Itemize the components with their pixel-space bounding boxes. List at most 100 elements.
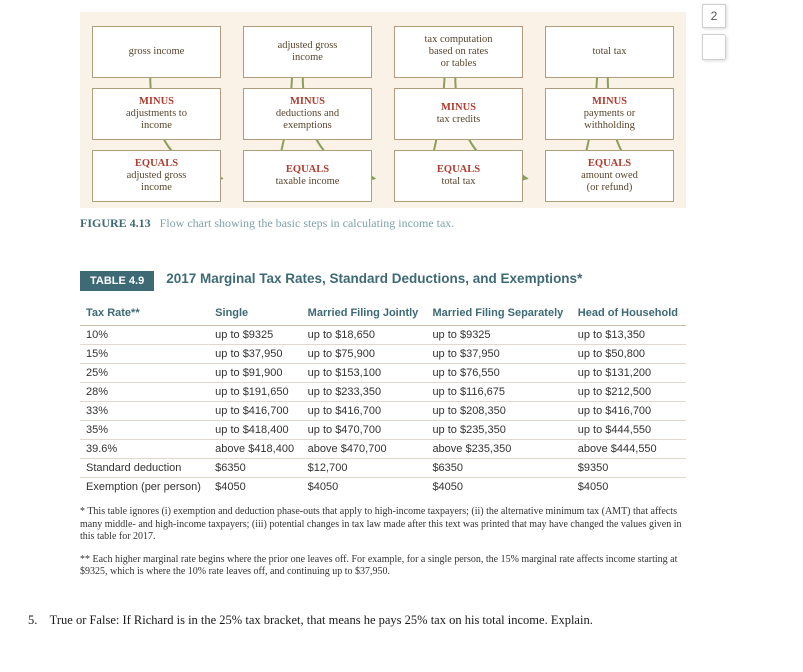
question-text: True or False: If Richard is in the 25% … (50, 613, 593, 627)
cell-value: up to $18,650 (302, 326, 427, 345)
box-text: exemptions (248, 120, 367, 132)
cell-value: up to $416,700 (209, 402, 302, 421)
box-tax-computation: tax computation based on rates or tables (394, 26, 523, 78)
cell-value: above $444,550 (572, 440, 686, 459)
cell-rate: 28% (80, 383, 209, 402)
cell-value: up to $470,700 (302, 421, 427, 440)
cell-value: $4050 (302, 478, 427, 497)
cell-value: up to $153,100 (302, 364, 427, 383)
box-text: adjustments to (97, 108, 216, 120)
box-text: adjusted gross (248, 40, 367, 52)
cell-value: $4050 (209, 478, 302, 497)
table-footnote-2: ** Each higher marginal rate begins wher… (80, 554, 686, 579)
box-payments: MINUS payments or withholding (545, 88, 674, 140)
box-head: MINUS (248, 96, 367, 108)
cell-value: $9350 (572, 459, 686, 478)
box-text: tax credits (399, 114, 518, 126)
cell-rate: 10% (80, 326, 209, 345)
box-text: (or refund) (550, 182, 669, 194)
table-row: 10%up to $9325up to $18,650up to $9325up… (80, 326, 686, 345)
cell-value: $6350 (209, 459, 302, 478)
cell-rate: 25% (80, 364, 209, 383)
tax-table-block: TABLE 4.9 2017 Marginal Tax Rates, Stand… (80, 271, 686, 579)
cell-value: up to $9325 (209, 326, 302, 345)
flow-row-1: gross income adjusted gross income tax c… (92, 26, 674, 78)
table-row: Exemption (per person)$4050$4050$4050$40… (80, 478, 686, 497)
cell-value: up to $233,350 (302, 383, 427, 402)
col-hoh: Head of Household (572, 303, 686, 326)
cell-value: $12,700 (302, 459, 427, 478)
box-text: tax computation (399, 34, 518, 46)
cell-value: up to $131,200 (572, 364, 686, 383)
cell-rate: 33% (80, 402, 209, 421)
figure-caption: FIGURE 4.13 Flow chart showing the basic… (80, 216, 686, 231)
cell-value: up to $116,675 (426, 383, 571, 402)
col-single: Single (209, 303, 302, 326)
cell-value: up to $37,950 (426, 345, 571, 364)
box-head: EQUALS (97, 158, 216, 170)
box-head: MINUS (97, 96, 216, 108)
table-header-row: Tax Rate** Single Married Filing Jointly… (80, 303, 686, 326)
box-head: EQUALS (248, 164, 367, 176)
cell-value: up to $9325 (426, 326, 571, 345)
page-bookmark-tab (702, 34, 726, 60)
box-text: amount owed (550, 170, 669, 182)
table-row: 25%up to $91,900up to $153,100up to $76,… (80, 364, 686, 383)
box-eq-taxable: EQUALS taxable income (243, 150, 372, 202)
cell-value: $4050 (572, 478, 686, 497)
cell-rate: 15% (80, 345, 209, 364)
box-text: adjusted gross (97, 170, 216, 182)
cell-value: above $418,400 (209, 440, 302, 459)
cell-value: up to $191,650 (209, 383, 302, 402)
col-joint: Married Filing Jointly (302, 303, 427, 326)
cell-value: above $235,350 (426, 440, 571, 459)
box-eq-agi: EQUALS adjusted gross income (92, 150, 221, 202)
table-row: 15%up to $37,950up to $75,900up to $37,9… (80, 345, 686, 364)
box-text: income (97, 182, 216, 194)
cell-value: up to $75,900 (302, 345, 427, 364)
box-text: total tax (399, 176, 518, 188)
box-text: income (248, 52, 367, 64)
cell-value: up to $50,800 (572, 345, 686, 364)
cell-value: up to $416,700 (302, 402, 427, 421)
cell-value: up to $76,550 (426, 364, 571, 383)
box-agi: adjusted gross income (243, 26, 372, 78)
box-adjustments: MINUS adjustments to income (92, 88, 221, 140)
cell-rate: 35% (80, 421, 209, 440)
col-rate: Tax Rate** (80, 303, 209, 326)
cell-value: up to $91,900 (209, 364, 302, 383)
cell-rate: 39.6% (80, 440, 209, 459)
question-number: 5. (28, 613, 37, 627)
box-text: deductions and (248, 108, 367, 120)
col-separate: Married Filing Separately (426, 303, 571, 326)
box-text: based on rates (399, 46, 518, 58)
question-5: 5. True or False: If Richard is in the 2… (0, 613, 736, 628)
tax-table: Tax Rate** Single Married Filing Jointly… (80, 303, 686, 496)
box-eq-total-tax: EQUALS total tax (394, 150, 523, 202)
table-footnote-1: * This table ignores (i) exemption and d… (80, 506, 686, 544)
box-head: MINUS (550, 96, 669, 108)
box-head: EQUALS (399, 164, 518, 176)
figure-label-text: FIGURE 4.13 (80, 216, 151, 230)
box-total-tax: total tax (545, 26, 674, 78)
cell-value: up to $235,350 (426, 421, 571, 440)
cell-value: above $470,700 (302, 440, 427, 459)
flow-row-2: MINUS adjustments to income MINUS deduct… (92, 88, 674, 140)
cell-value: up to $444,550 (572, 421, 686, 440)
cell-value: $6350 (426, 459, 571, 478)
flowchart-panel: gross income adjusted gross income tax c… (80, 12, 686, 231)
figure-caption-text: Flow chart showing the basic steps in ca… (160, 216, 455, 230)
table-row: 28%up to $191,650up to $233,350up to $11… (80, 383, 686, 402)
box-eq-owed: EQUALS amount owed (or refund) (545, 150, 674, 202)
box-text: withholding (550, 120, 669, 132)
box-credits: MINUS tax credits (394, 88, 523, 140)
cell-value: $4050 (426, 478, 571, 497)
box-head: EQUALS (550, 158, 669, 170)
table-row: 39.6%above $418,400above $470,700above $… (80, 440, 686, 459)
cell-rate: Standard deduction (80, 459, 209, 478)
cell-rate: Exemption (per person) (80, 478, 209, 497)
cell-value: up to $13,350 (572, 326, 686, 345)
table-tag: TABLE 4.9 (80, 271, 154, 291)
flow-row-3: EQUALS adjusted gross income EQUALS taxa… (92, 150, 674, 202)
flowchart-area: gross income adjusted gross income tax c… (80, 12, 686, 208)
